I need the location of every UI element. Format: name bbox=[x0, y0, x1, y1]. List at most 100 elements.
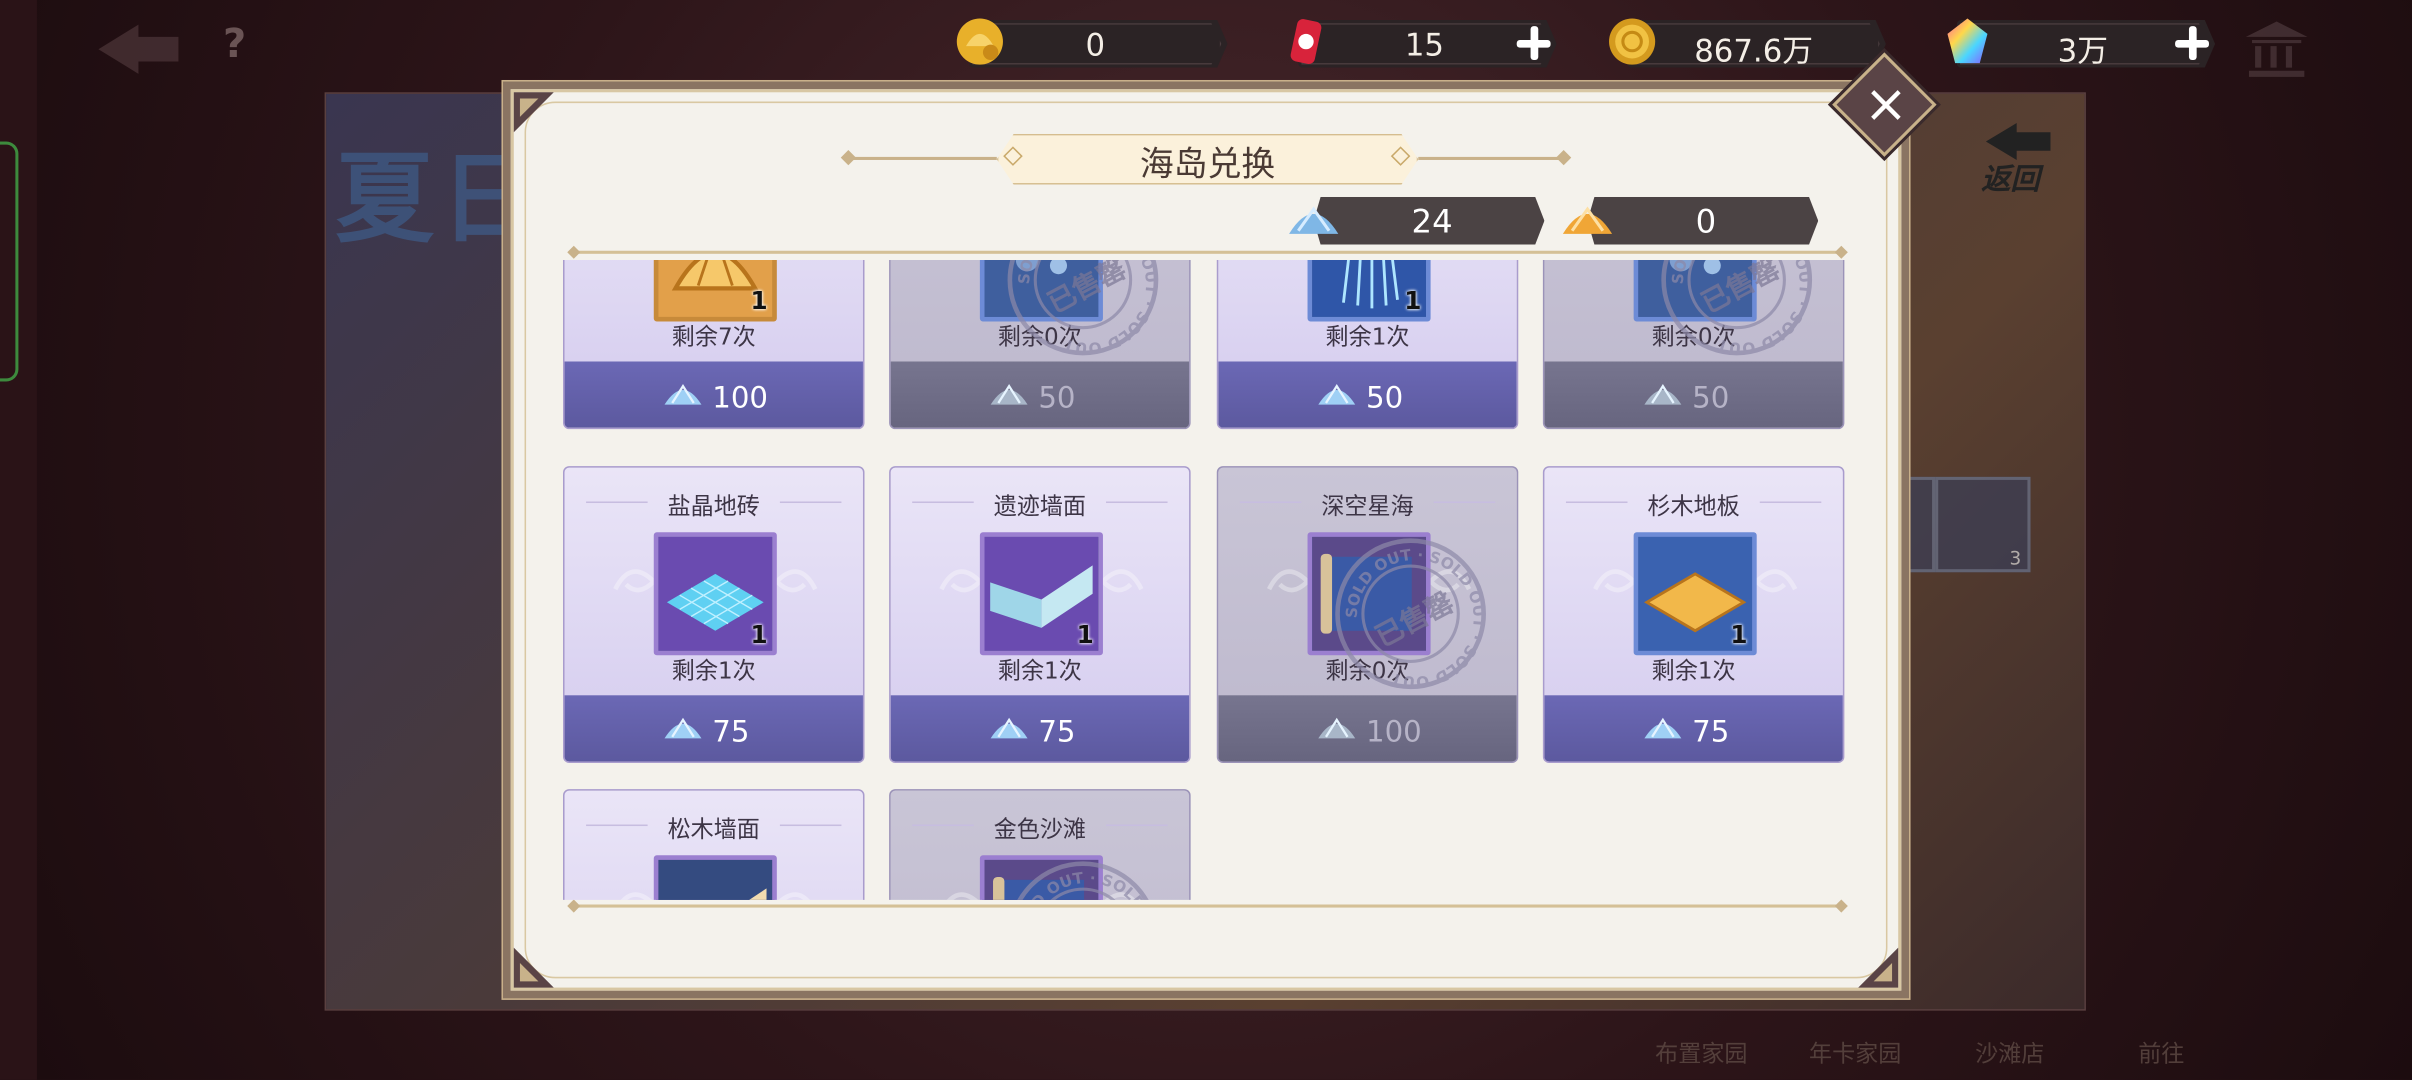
energy-can-icon bbox=[1290, 19, 1322, 65]
remaining-count: 剩余1次 bbox=[997, 656, 1082, 685]
item-thumbnail: 1 bbox=[653, 532, 777, 656]
corner-ornament-icon bbox=[1858, 947, 1899, 988]
left-side-tab[interactable] bbox=[0, 141, 19, 382]
bottom-menu-label[interactable]: 前往 bbox=[2138, 1037, 2184, 1069]
item-quantity: 1 bbox=[750, 619, 768, 650]
blue-shell-icon bbox=[990, 717, 1028, 739]
item-price: 100 bbox=[1365, 715, 1422, 750]
blue-shell-counter: 24 bbox=[1286, 196, 1548, 245]
exchange-item-card[interactable]: 盐晶地砖 1 剩余1次 75 bbox=[563, 466, 865, 763]
resource-value: 3万 bbox=[2057, 32, 2108, 70]
item-thumbnail: 1 bbox=[979, 532, 1103, 656]
bottom-menu-label[interactable]: 布置家园 bbox=[1655, 1037, 1747, 1069]
resource-gold-coin: 867.6万 bbox=[1606, 18, 1886, 70]
gold-shell-count: 0 bbox=[1695, 203, 1717, 240]
add-gem-icon[interactable] bbox=[2172, 23, 2212, 63]
price-bar: 50 bbox=[1218, 361, 1517, 428]
sold-out-item-card: 深空星海 剩余0次 100 SOLD OUT · SOLD OUT · SOLD OU… bbox=[1216, 466, 1519, 763]
item-price: 50 bbox=[1692, 381, 1730, 416]
help-icon[interactable]: ? bbox=[223, 22, 246, 68]
blue-shell-icon bbox=[664, 383, 702, 405]
blue-shell-count: 24 bbox=[1411, 203, 1453, 240]
background-item-qty: 3 bbox=[2009, 547, 2022, 570]
title-divider bbox=[842, 156, 997, 160]
price-bar: 75 bbox=[564, 695, 863, 762]
corner-ornament-icon bbox=[513, 947, 554, 988]
remaining-count: 剩余1次 bbox=[1651, 656, 1736, 685]
bottom-menu-label[interactable]: 沙滩店 bbox=[1975, 1037, 2044, 1069]
item-name: 深空星海 bbox=[1321, 492, 1414, 520]
item-quantity: 1 bbox=[1076, 619, 1094, 650]
background-item-slot: 3 bbox=[1935, 476, 2031, 573]
golden-shell-icon bbox=[956, 18, 1003, 65]
back-arrow-icon[interactable] bbox=[92, 18, 184, 80]
sold-out-item-card: 金色沙滩 SOLD OUT · SOLD OUT · SOLD OUT已售罄 bbox=[889, 789, 1191, 900]
exchange-item-card[interactable]: 杉木地板 1 剩余1次 75 bbox=[1542, 466, 1845, 763]
list-top-divider bbox=[569, 250, 1846, 254]
bank-icon[interactable] bbox=[2243, 18, 2311, 80]
blue-shell-icon bbox=[664, 717, 702, 739]
item-name: 杉木地板 bbox=[1647, 492, 1740, 520]
blue-shell-icon bbox=[1644, 717, 1682, 739]
remaining-count: 剩余1次 bbox=[671, 656, 756, 685]
resource-golden-shell: 0 bbox=[954, 18, 1228, 68]
price-bar: 75 bbox=[1544, 695, 1843, 762]
sold-out-stamp-icon: SOLD OUT · SOLD OUT · SOLD OUT已售罄 bbox=[1335, 538, 1488, 691]
item-thumbnail bbox=[653, 855, 777, 900]
title-divider bbox=[1418, 156, 1570, 160]
sold-out-item-card: 剩余0次50SOLD OUT · SOLD OUT · SOLD OUT已售罄 bbox=[1542, 259, 1845, 430]
blue-shell-icon bbox=[990, 383, 1028, 405]
item-price: 75 bbox=[1692, 715, 1730, 750]
exchange-item-card[interactable]: 1 剩余1次 50 bbox=[1216, 259, 1519, 430]
item-price: 50 bbox=[1365, 381, 1404, 416]
item-thumbnail: 1 bbox=[653, 259, 777, 322]
item-name: 遗迹墙面 bbox=[993, 492, 1087, 520]
blue-shell-icon bbox=[1289, 206, 1339, 234]
exchange-item-card[interactable]: 遗迹墙面 1 剩余1次 75 bbox=[889, 466, 1191, 763]
item-name: 盐晶地砖 bbox=[667, 492, 760, 520]
close-icon[interactable]: × bbox=[1855, 74, 1917, 136]
gold-shell-counter: 0 bbox=[1560, 196, 1822, 245]
bottom-menu-label[interactable]: 年卡家园 bbox=[1809, 1037, 1901, 1069]
corner-ornament-icon bbox=[513, 92, 554, 133]
item-quantity: 1 bbox=[1404, 286, 1422, 316]
resource-value: 0 bbox=[1085, 26, 1106, 64]
game-screen: ? 夏日 返回 3 布置家园 年卡家园 沙滩店 前往 0 15 867.6万 3… bbox=[0, 0, 2412, 1080]
resource-energy: 15 bbox=[1280, 19, 1557, 68]
item-thumbnail: 1 bbox=[1633, 532, 1757, 656]
sold-out-stamp-icon: SOLD OUT · SOLD OUT · SOLD OUT已售罄 bbox=[1007, 861, 1160, 900]
rainbow-gem-icon bbox=[1947, 18, 1988, 64]
price-bar: 50 bbox=[1544, 361, 1843, 428]
blue-shell-icon bbox=[1644, 383, 1682, 405]
resource-value: 867.6万 bbox=[1694, 32, 1814, 70]
gold-coin-icon bbox=[1609, 18, 1656, 65]
gold-shell-icon bbox=[1562, 206, 1613, 234]
blue-shell-icon bbox=[1318, 717, 1356, 739]
dialog-title: 海岛兑换 bbox=[1139, 146, 1276, 185]
price-bar: 50 bbox=[890, 361, 1190, 428]
item-price: 50 bbox=[1038, 381, 1076, 416]
item-name: 金色沙滩 bbox=[993, 815, 1087, 843]
sold-out-item-card: 剩余0次50SOLD OUT · SOLD OUT · SOLD OUT已售罄 bbox=[889, 259, 1191, 430]
resource-rainbow-gem: 3万 bbox=[1941, 18, 2216, 70]
item-thumbnail: 1 bbox=[1307, 259, 1431, 322]
price-bar: 100 bbox=[1218, 695, 1517, 762]
return-label[interactable]: 返回 bbox=[1981, 157, 2039, 199]
item-name: 松木墙面 bbox=[667, 815, 760, 843]
item-price: 100 bbox=[712, 381, 769, 416]
sold-out-stamp-icon: SOLD OUT · SOLD OUT · SOLD OUT已售罄 bbox=[1007, 259, 1160, 357]
remaining-count: 剩余7次 bbox=[671, 323, 756, 351]
add-energy-icon[interactable] bbox=[1514, 23, 1554, 63]
resource-value: 15 bbox=[1404, 26, 1445, 64]
sold-out-stamp-icon: SOLD OUT · SOLD OUT · SOLD OUT已售罄 bbox=[1661, 259, 1814, 357]
item-price: 75 bbox=[1038, 715, 1076, 750]
exchange-item-list[interactable]: 1剩余7次100剩余0次50SOLD OUT · SOLD OUT · SOLD… bbox=[554, 259, 1862, 900]
blue-shell-icon bbox=[1318, 383, 1356, 405]
price-bar: 75 bbox=[890, 695, 1190, 762]
list-bottom-divider bbox=[569, 904, 1846, 908]
exchange-item-card[interactable]: 1 剩余7次 100 bbox=[563, 259, 865, 430]
item-quantity: 1 bbox=[750, 286, 768, 316]
exchange-item-card[interactable]: 松木墙面 bbox=[563, 789, 865, 900]
item-price: 75 bbox=[712, 715, 750, 750]
item-quantity: 1 bbox=[1730, 619, 1748, 650]
